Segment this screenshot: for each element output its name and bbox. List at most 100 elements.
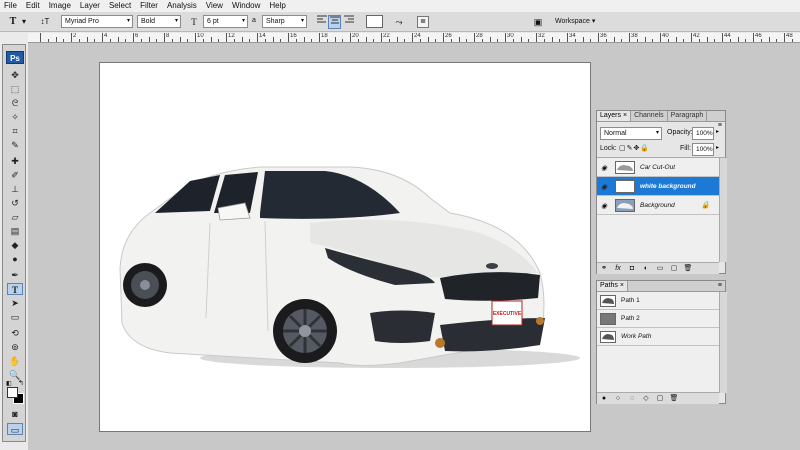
blend-mode-select[interactable]: Normal ▾ [600,127,662,140]
layer-row-background[interactable]: ◉ Background 🔒 [597,196,719,215]
ruler-tick [326,39,328,42]
magic-wand-tool-icon[interactable]: ✧ [7,111,23,123]
brush-tool-icon[interactable]: ✐ [7,169,23,181]
antialias-select[interactable]: Sharp ▾ [262,15,307,28]
ruler-tick [497,39,499,42]
character-panel-icon[interactable]: ≣ [417,16,429,28]
clone-stamp-tool-icon[interactable]: ⊥ [7,183,23,195]
type-tool-icon[interactable]: T [7,283,23,295]
font-style-select[interactable]: Bold ▾ [137,15,181,28]
font-size-select[interactable]: 6 pt ▾ [203,15,248,28]
fx-icon[interactable]: fx [611,263,625,274]
close-icon[interactable]: × [623,112,627,119]
menu-analysis[interactable]: Analysis [163,0,202,12]
lasso-tool-icon[interactable]: ᘓ [7,97,23,109]
menu-select[interactable]: Select [105,0,136,12]
new-layer-icon[interactable]: ▢ [667,263,681,274]
eye-icon[interactable]: ◉ [601,202,607,210]
adjustment-layer-icon[interactable]: ◐ [639,263,653,274]
antialias-value: Sharp [266,18,285,25]
load-selection-icon[interactable]: ◌ [625,393,639,404]
delete-layer-icon[interactable]: 🗑 [681,263,695,274]
lock-icons[interactable]: ▢✎✥🔒 [619,144,650,152]
menu-window[interactable]: Window [228,0,265,12]
default-colors-icon[interactable]: ◧ [6,380,12,387]
hand-tool-icon[interactable]: ✋ [7,355,23,367]
new-group-icon[interactable]: ▭ [653,263,667,274]
bridge-icon[interactable]: ▣ [530,15,546,29]
path-row-work-path[interactable]: Work Path [597,328,719,346]
fill-arrow-icon[interactable]: ▸ [716,144,719,151]
align-center-icon[interactable] [328,15,341,29]
stroke-path-icon[interactable]: ○ [611,393,625,404]
menu-help[interactable]: Help [265,0,290,12]
menu-filter[interactable]: Filter [136,0,163,12]
blur-tool-icon[interactable]: ◆ [7,239,23,251]
path-row-path-2[interactable]: Path 2 [597,310,719,328]
eyedropper-tool-icon[interactable]: ✎ [7,139,23,151]
fill-path-icon[interactable]: ● [597,393,611,404]
tab-layers[interactable]: Layers × [597,111,632,121]
ruler-number: 30 [507,33,514,39]
3d-orbit-tool-icon[interactable]: ⊚ [7,341,23,353]
path-selection-tool-icon[interactable]: ➤ [7,297,23,309]
link-layers-icon[interactable]: ⚭ [597,263,611,274]
healing-brush-tool-icon[interactable]: ✚ [7,155,23,167]
ruler-tick [388,39,390,42]
foreground-color-swatch[interactable] [7,387,18,398]
fill-input[interactable]: 100% [692,143,714,156]
warp-text-icon[interactable]: ⤳ [392,15,406,29]
screen-mode-icon[interactable]: ▭ [7,423,23,435]
align-right-icon[interactable] [343,15,354,29]
panel-menu-icon[interactable]: ≡ [718,282,722,289]
paths-scrollbar[interactable] [719,292,727,393]
opacity-label: Opacity: [667,129,693,136]
3d-rotate-tool-icon[interactable]: ⟲ [7,327,23,339]
eye-icon[interactable]: ◉ [601,164,607,172]
align-left-icon[interactable] [316,15,327,29]
workspace-button[interactable]: Workspace ▾ [555,17,595,25]
crop-tool-icon[interactable]: ⌗ [7,125,23,137]
ruler-tick [102,33,103,42]
type-tool-preset-icon[interactable]: T [6,15,20,29]
ruler-tick [636,39,638,42]
opacity-arrow-icon[interactable]: ▸ [716,128,719,135]
text-orientation-icon[interactable]: ↕T [38,15,52,29]
menu-edit[interactable]: Edit [22,0,45,12]
pen-tool-icon[interactable]: ✒ [7,269,23,281]
font-family-select[interactable]: Myriad Pro ▾ [61,15,133,28]
path-row-path-1[interactable]: Path 1 [597,292,719,310]
ruler-tick [334,37,336,42]
shape-tool-icon[interactable]: ▭ [7,311,23,323]
document-canvas[interactable]: EXECUTIVE [99,62,591,432]
delete-path-icon[interactable]: 🗑 [667,393,681,404]
tab-channels[interactable]: Channels [631,111,668,121]
layer-row-white-background[interactable]: ◉ white background [597,177,719,196]
make-work-path-icon[interactable]: ◇ [639,393,653,404]
ruler-tick [164,33,165,42]
marquee-tool-icon[interactable]: ⬚ [7,83,23,95]
new-path-icon[interactable]: ▢ [653,393,667,404]
quick-mask-icon[interactable]: ◙ [7,408,23,420]
eye-icon[interactable]: ◉ [601,183,607,191]
text-color-swatch[interactable] [366,15,383,28]
preset-arrow-icon[interactable]: ▾ [22,17,26,26]
gradient-tool-icon[interactable]: ▤ [7,225,23,237]
swap-colors-icon[interactable]: ↰ [18,379,24,387]
opacity-input[interactable]: 100% [692,127,714,140]
history-brush-tool-icon[interactable]: ↺ [7,197,23,209]
eraser-tool-icon[interactable]: ▱ [7,211,23,223]
add-mask-icon[interactable]: ◘ [625,263,639,274]
layer-row-car-cutout[interactable]: ◉ Car Cut-Out [597,158,719,177]
close-icon[interactable]: × [620,282,624,289]
menu-layer[interactable]: Layer [76,0,105,12]
dodge-tool-icon[interactable]: ● [7,253,23,265]
tab-paths[interactable]: Paths × [597,281,628,291]
menu-view[interactable]: View [202,0,228,12]
menu-image[interactable]: Image [45,0,76,12]
tab-paragraph[interactable]: Paragraph [668,111,708,121]
move-tool-icon[interactable]: ✥ [7,69,23,81]
layers-scrollbar[interactable] [719,158,727,262]
ruler-tick [567,33,568,42]
menu-file[interactable]: File [0,0,22,12]
